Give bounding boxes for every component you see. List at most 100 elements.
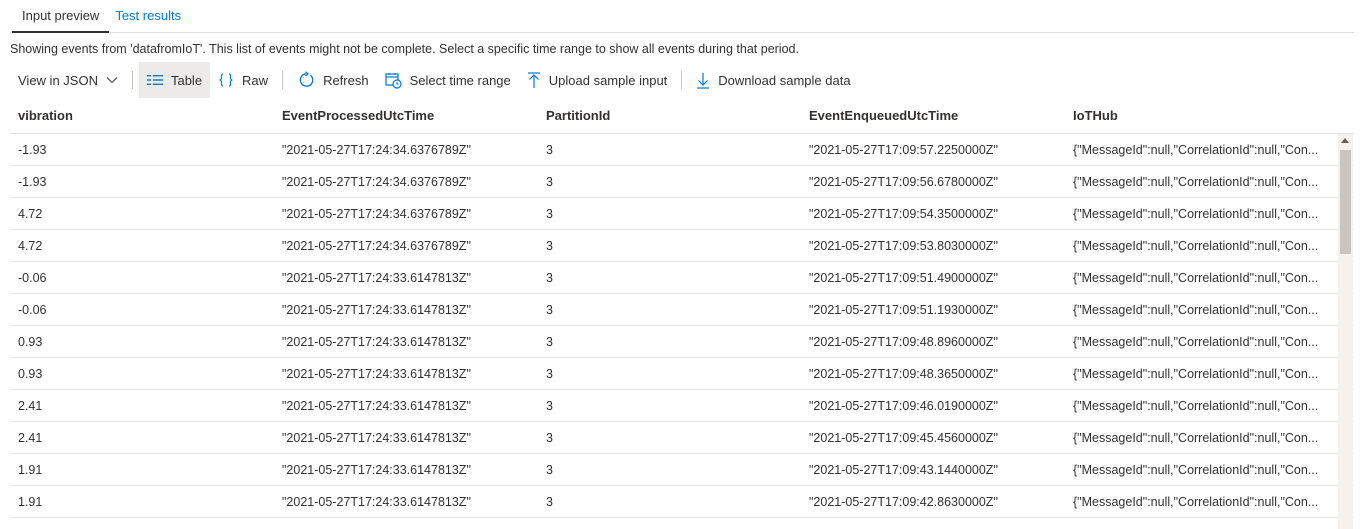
vertical-scrollbar[interactable]: [1338, 134, 1353, 529]
table-row[interactable]: 0.93 "2021-05-27T17:24:33.6147813Z" 3 "2…: [10, 358, 1354, 390]
raw-view-button[interactable]: Raw: [210, 62, 276, 98]
cell-event-processed-utc-time: "2021-05-27T17:24:34.6376789Z": [282, 142, 471, 157]
tab-test-results[interactable]: Test results: [111, 0, 193, 32]
cell-iothub: {"MessageId":null,"CorrelationId":null,"…: [1073, 430, 1319, 445]
upload-icon: [527, 71, 541, 89]
cell-event-enqueued-utc-time: "2021-05-27T17:09:46.0190000Z": [809, 398, 998, 413]
cell-event-processed-utc-time: "2021-05-27T17:24:33.6147813Z": [282, 398, 471, 413]
table-row[interactable]: 2.41 "2021-05-27T17:24:33.6147813Z" 3 "2…: [10, 390, 1354, 422]
table-row[interactable]: -1.93 "2021-05-27T17:24:34.6376789Z" 3 "…: [10, 134, 1354, 166]
download-sample-data-button[interactable]: Download sample data: [688, 62, 858, 98]
cell-event-enqueued-utc-time: "2021-05-27T17:09:43.1440000Z": [809, 462, 998, 477]
toolbar-divider: [681, 71, 683, 89]
cell-event-processed-utc-time: "2021-05-27T17:24:33.6147813Z": [282, 462, 471, 477]
table-row[interactable]: 4.72 "2021-05-27T17:24:34.6376789Z" 3 "2…: [10, 198, 1354, 230]
table-row[interactable]: 4.72 "2021-05-27T17:24:34.6376789Z" 3 "2…: [10, 230, 1354, 262]
cell-iothub: {"MessageId":null,"CorrelationId":null,"…: [1073, 462, 1319, 477]
cell-vibration: 4.72: [18, 238, 43, 253]
table-view-label: Table: [170, 72, 203, 88]
cell-vibration: 0.93: [18, 334, 43, 349]
tab-bar: Input preview Test results: [10, 0, 1354, 33]
cell-iothub: {"MessageId":null,"CorrelationId":null,"…: [1073, 398, 1319, 413]
cell-event-processed-utc-time: "2021-05-27T17:24:33.6147813Z": [282, 366, 471, 381]
cell-partition-id: 3: [546, 270, 553, 285]
cell-event-enqueued-utc-time: "2021-05-27T17:09:57.2250000Z": [809, 142, 998, 157]
table-header: vibration EventProcessedUtcTime Partitio…: [10, 98, 1354, 134]
tab-input-preview[interactable]: Input preview: [10, 0, 111, 33]
table-row[interactable]: 2.41 "2021-05-27T17:24:33.6147813Z" 3 "2…: [10, 422, 1354, 454]
cell-event-processed-utc-time: "2021-05-27T17:24:33.6147813Z": [282, 494, 471, 509]
cell-partition-id: 3: [546, 494, 553, 509]
cell-event-processed-utc-time: "2021-05-27T17:24:34.6376789Z": [282, 174, 471, 189]
cell-vibration: 2.41: [18, 430, 43, 445]
table-row[interactable]: 0.93 "2021-05-27T17:24:33.6147813Z" 3 "2…: [10, 326, 1354, 358]
cell-event-processed-utc-time: "2021-05-27T17:24:33.6147813Z": [282, 430, 471, 445]
scroll-up-arrow-icon[interactable]: [1341, 138, 1349, 143]
column-header-event-processed-utc-time[interactable]: EventProcessedUtcTime: [274, 108, 538, 123]
column-header-vibration[interactable]: vibration: [10, 108, 274, 123]
table-row[interactable]: 1.91 "2021-05-27T17:24:33.6147813Z" 3 "2…: [10, 486, 1354, 518]
toolbar: View in JSON Table Raw Refresh Select ti…: [10, 62, 1354, 98]
cell-vibration: 2.41: [18, 398, 43, 413]
cell-vibration: -0.06: [18, 302, 47, 317]
select-time-range-button[interactable]: Select time range: [377, 62, 519, 98]
download-icon: [696, 72, 710, 89]
select-time-range-label: Select time range: [409, 72, 511, 88]
table-view-button[interactable]: Table: [138, 62, 211, 98]
toolbar-divider: [131, 71, 133, 89]
view-format-label: View in JSON: [18, 72, 98, 88]
refresh-label: Refresh: [323, 72, 369, 88]
cell-iothub: {"MessageId":null,"CorrelationId":null,"…: [1073, 206, 1319, 221]
cell-event-processed-utc-time: "2021-05-27T17:24:34.6376789Z": [282, 206, 471, 221]
cell-event-enqueued-utc-time: "2021-05-27T17:09:51.1930000Z": [809, 302, 998, 317]
scroll-thumb[interactable]: [1340, 150, 1351, 254]
cell-event-processed-utc-time: "2021-05-27T17:24:33.6147813Z": [282, 270, 471, 285]
cell-vibration: -1.93: [18, 142, 47, 157]
cell-partition-id: 3: [546, 334, 553, 349]
cell-partition-id: 3: [546, 302, 553, 317]
table-row[interactable]: -1.93 "2021-05-27T17:24:34.6376789Z" 3 "…: [10, 166, 1354, 198]
cell-vibration: 1.91: [18, 494, 43, 509]
cell-iothub: {"MessageId":null,"CorrelationId":null,"…: [1073, 270, 1319, 285]
toolbar-divider: [282, 71, 284, 89]
cell-event-processed-utc-time: "2021-05-27T17:24:33.6147813Z": [282, 302, 471, 317]
cell-partition-id: 3: [546, 462, 553, 477]
cell-event-enqueued-utc-time: "2021-05-27T17:09:54.3500000Z": [809, 206, 998, 221]
upload-sample-input-button[interactable]: Upload sample input: [519, 62, 676, 98]
cell-event-enqueued-utc-time: "2021-05-27T17:09:48.8960000Z": [809, 334, 998, 349]
table-icon: [146, 74, 163, 86]
raw-view-label: Raw: [242, 72, 269, 88]
events-table: vibration EventProcessedUtcTime Partitio…: [10, 98, 1354, 529]
cell-iothub: {"MessageId":null,"CorrelationId":null,"…: [1073, 302, 1319, 317]
table-row[interactable]: -0.06 "2021-05-27T17:24:33.6147813Z" 3 "…: [10, 262, 1354, 294]
cell-event-enqueued-utc-time: "2021-05-27T17:09:48.3650000Z": [809, 366, 998, 381]
upload-sample-input-label: Upload sample input: [548, 72, 668, 88]
cell-partition-id: 3: [546, 142, 553, 157]
refresh-icon: [297, 71, 315, 89]
cell-iothub: {"MessageId":null,"CorrelationId":null,"…: [1073, 366, 1319, 381]
column-header-iothub[interactable]: IoTHub: [1065, 108, 1324, 123]
cell-vibration: 4.72: [18, 206, 43, 221]
cell-event-enqueued-utc-time: "2021-05-27T17:09:56.6780000Z": [809, 174, 998, 189]
column-header-partition-id[interactable]: PartitionId: [538, 108, 801, 123]
cell-iothub: {"MessageId":null,"CorrelationId":null,"…: [1073, 238, 1319, 253]
cell-partition-id: 3: [546, 430, 553, 445]
cell-iothub: {"MessageId":null,"CorrelationId":null,"…: [1073, 494, 1319, 509]
view-format-dropdown[interactable]: View in JSON: [10, 62, 126, 98]
cell-event-enqueued-utc-time: "2021-05-27T17:09:45.4560000Z": [809, 430, 998, 445]
cell-partition-id: 3: [546, 174, 553, 189]
cell-event-processed-utc-time: "2021-05-27T17:24:33.6147813Z": [282, 334, 471, 349]
cell-event-enqueued-utc-time: "2021-05-27T17:09:42.8630000Z": [809, 494, 998, 509]
refresh-button[interactable]: Refresh: [289, 62, 377, 98]
cell-iothub: {"MessageId":null,"CorrelationId":null,"…: [1073, 174, 1319, 189]
cell-partition-id: 3: [546, 398, 553, 413]
cell-partition-id: 3: [546, 206, 553, 221]
download-sample-data-label: Download sample data: [718, 72, 851, 88]
cell-vibration: 1.91: [18, 462, 43, 477]
chevron-down-icon: [106, 76, 118, 84]
table-row[interactable]: 1.91 "2021-05-27T17:24:33.6147813Z" 3 "2…: [10, 454, 1354, 486]
column-header-event-enqueued-utc-time[interactable]: EventEnqueuedUtcTime: [801, 108, 1065, 123]
table-row[interactable]: -0.06 "2021-05-27T17:24:33.6147813Z" 3 "…: [10, 294, 1354, 326]
cell-event-processed-utc-time: "2021-05-27T17:24:34.6376789Z": [282, 238, 471, 253]
cell-partition-id: 3: [546, 366, 553, 381]
